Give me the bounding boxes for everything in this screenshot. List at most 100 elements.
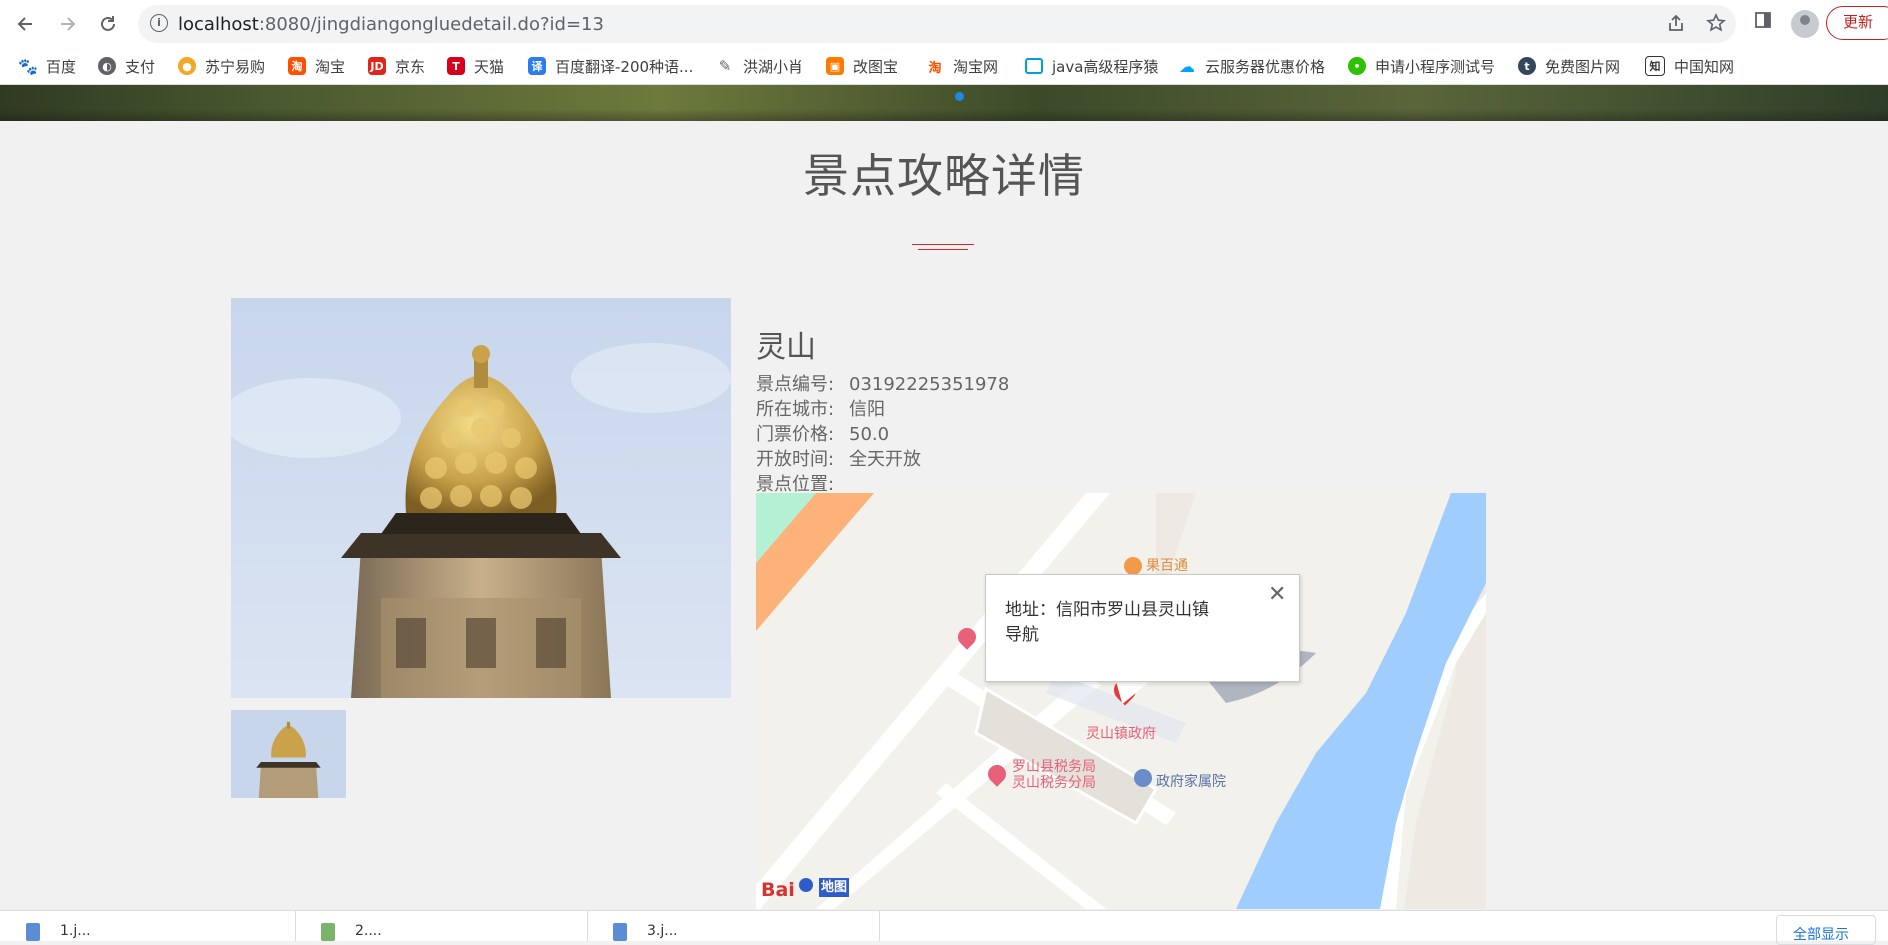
bookmark-label: 京东 <box>395 57 426 76</box>
back-arrow-icon[interactable] <box>10 8 42 40</box>
bookmark-item[interactable]: JD 京东 <box>368 55 425 77</box>
file-icon <box>613 923 627 941</box>
download-item[interactable]: 2.... <box>295 911 588 941</box>
taobao-icon: 淘 <box>928 60 942 76</box>
reload-icon[interactable] <box>92 8 124 40</box>
wechat-icon: • <box>1348 57 1366 75</box>
url-host: localhost <box>178 14 259 35</box>
suning-lion-icon: ● <box>178 57 196 75</box>
bookmark-label: java高级程序猿 <box>1052 57 1159 76</box>
download-filename: 2.... <box>355 923 382 939</box>
bookmark-item[interactable]: ✎ 洪湖小肖 <box>716 55 803 77</box>
main-spot-photo <box>231 298 731 698</box>
bookmark-item[interactable]: 译百度翻译-200种语... <box>528 55 693 77</box>
side-panel-icon[interactable] <box>1753 10 1773 35</box>
bookmark-label: 淘宝 <box>315 57 346 76</box>
gaitubao-icon: ▣ <box>826 57 844 75</box>
bookmark-label: 改图宝 <box>853 57 899 76</box>
bookmark-label: 中国知网 <box>1674 57 1735 76</box>
title-underline <box>912 244 974 250</box>
popup-navigation-link[interactable]: 导航 <box>1005 620 1039 645</box>
close-icon[interactable]: ✕ <box>1268 582 1286 607</box>
translate-icon: 译 <box>528 57 546 75</box>
globe-icon: ◐ <box>98 57 116 75</box>
bookmark-label: 洪湖小肖 <box>743 57 804 76</box>
field-value: 全天开放 <box>849 449 921 470</box>
map-logo-text: 地图 <box>819 878 849 897</box>
bookmark-item[interactable]: 淘淘宝 <box>288 55 345 77</box>
file-icon <box>26 923 40 941</box>
info-row-spot-id: 景点编号: 03192225351978 <box>756 370 1009 396</box>
bookmark-label: 淘宝网 <box>953 57 999 76</box>
url-path: :8080/jingdiangongluedetail.do?id=13 <box>258 14 604 35</box>
poi-label-tax-line1: 罗山县税务局 <box>1012 759 1096 775</box>
field-label: 景点编号: <box>756 374 835 395</box>
download-filename: 3.j... <box>647 923 678 939</box>
t-icon: t <box>1518 57 1536 75</box>
bookmark-item[interactable]: ● 苏宁易购 <box>178 55 265 77</box>
bookmark-star-icon[interactable] <box>1704 13 1728 35</box>
bookmark-item[interactable]: java高级程序猿 <box>1025 55 1158 77</box>
photo-thumbnail[interactable] <box>231 710 346 798</box>
baidu-paw-icon: 🐾 <box>18 56 38 76</box>
info-row-open-hours: 开放时间: 全天开放 <box>756 445 921 471</box>
bookmark-item[interactable]: 淘淘宝网 <box>926 55 998 77</box>
bookmark-item[interactable]: • 申请小程序测试号 <box>1348 55 1495 77</box>
svg-text:Bai: Bai <box>761 879 795 901</box>
poi-label-shop: 果百通 <box>1146 558 1188 574</box>
baidu-map-logo: Bai 地图 <box>759 873 853 903</box>
map-info-window: 地址：信阳市罗山县灵山镇 导航 ✕ <box>985 574 1300 682</box>
bookmark-item[interactable]: ☁ 云服务器优惠价格 <box>1178 55 1325 77</box>
field-label: 开放时间: <box>756 449 835 470</box>
bookmark-item[interactable]: t 免费图片网 <box>1518 55 1620 77</box>
housing-poi-icon[interactable] <box>1134 769 1152 787</box>
spot-name: 灵山 <box>756 330 816 365</box>
bookmark-item[interactable]: ▣ 改图宝 <box>826 55 898 77</box>
bird-icon: ✎ <box>718 57 732 75</box>
cloud-icon: ☁ <box>1179 56 1195 76</box>
tmall-icon: T <box>447 57 465 75</box>
info-row-city: 所在城市: 信阳 <box>756 395 885 421</box>
update-button[interactable]: 更新 <box>1826 6 1888 40</box>
share-icon[interactable] <box>1664 13 1688 35</box>
site-info-icon[interactable]: i <box>150 14 168 32</box>
info-row-ticket-price: 门票价格: 50.0 <box>756 420 889 446</box>
carousel-dot[interactable] <box>955 92 964 101</box>
bookmark-item[interactable]: ◐ 支付 <box>98 55 155 77</box>
bookmark-label: 申请小程序测试号 <box>1375 57 1496 76</box>
field-value: 信阳 <box>849 399 885 420</box>
poi-label-tax-line2: 灵山税务分局 <box>1012 775 1096 791</box>
bookmark-item[interactable]: 知中国知网 <box>1645 55 1734 77</box>
bookmark-item[interactable]: T 天猫 <box>447 55 504 77</box>
forward-arrow-icon[interactable] <box>51 8 83 40</box>
poi-label-housing: 政府家属院 <box>1156 774 1226 790</box>
field-label: 门票价格: <box>756 424 835 445</box>
bookmark-item[interactable]: 🐾 百度 <box>18 55 77 77</box>
download-filename: 1.j... <box>60 923 91 939</box>
bookmark-label: 免费图片网 <box>1545 57 1621 76</box>
profile-avatar[interactable] <box>1791 10 1819 38</box>
file-icon <box>321 923 335 941</box>
address-bar[interactable]: i localhost:8080/jingdiangongluedetail.d… <box>138 5 1736 43</box>
bookmark-label: 支付 <box>125 57 156 76</box>
top-banner-image <box>0 85 1888 121</box>
poi-label-tax: 罗山县税务局 灵山税务分局 <box>1012 759 1096 791</box>
bookmark-label: 百度 <box>46 57 77 76</box>
shop-poi-icon[interactable] <box>1124 557 1142 575</box>
field-value: 03192225351978 <box>849 374 1010 395</box>
bookmark-label: 天猫 <box>474 57 505 76</box>
taobao-icon: 淘 <box>288 57 306 75</box>
bookmark-label: 百度翻译-200种语... <box>555 57 694 76</box>
cnki-icon: 知 <box>1645 56 1665 76</box>
page-title: 景点攻略详情 <box>803 149 1085 203</box>
bookmarks-bar: 🐾 百度 ◐ 支付 ● 苏宁易购 淘淘宝 JD 京东 T 天猫 译百度翻译-200种语..… <box>0 48 1888 85</box>
field-label: 所在城市: <box>756 399 835 420</box>
poi-label-gov: 灵山镇政府 <box>1086 726 1156 742</box>
field-value: 50.0 <box>849 424 890 445</box>
download-item[interactable]: 3.j... <box>587 911 880 941</box>
download-item[interactable]: 1.j... <box>0 911 296 941</box>
bookmark-label: 苏宁易购 <box>205 57 266 76</box>
jd-icon: JD <box>368 57 386 75</box>
url-text[interactable]: localhost:8080/jingdiangongluedetail.do?… <box>178 14 604 35</box>
show-all-downloads-button[interactable]: 全部显示 <box>1776 915 1876 945</box>
